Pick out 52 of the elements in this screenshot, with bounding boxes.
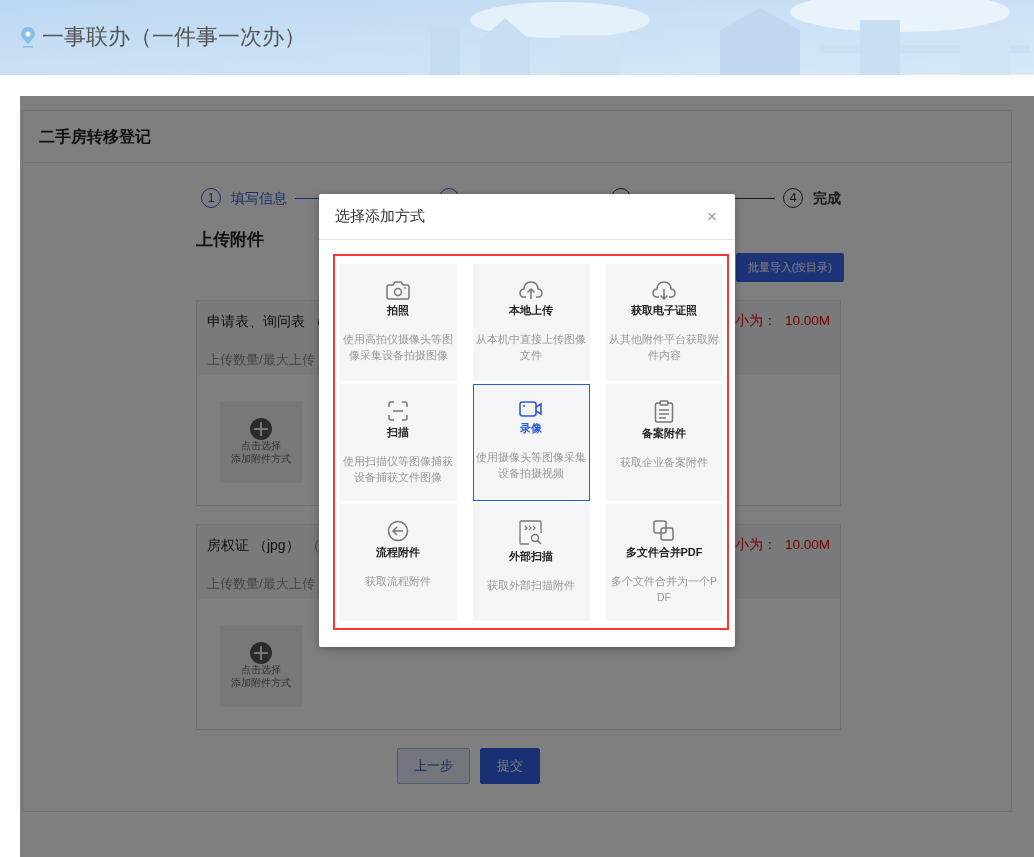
- size-value: 10.00M: [784, 311, 830, 330]
- option-card[interactable]: 获取电子证照 从其他附件平台获取附件内容: [605, 264, 723, 381]
- document-search-icon: [519, 520, 543, 546]
- add-label: 添加附件方式: [231, 676, 291, 689]
- section-title: 上传附件: [196, 229, 264, 251]
- page-title: 一事联办（一件事一次办）: [42, 23, 306, 51]
- option-title: 拍照: [387, 303, 409, 318]
- camera-icon: [386, 280, 410, 300]
- attachment-note: （: [305, 535, 320, 555]
- option-description: 从其他附件平台获取附件内容: [608, 331, 720, 364]
- option-description: 从本机中直接上传图像文件: [475, 331, 587, 364]
- option-description: 使用摄像头等图像采集设备拍摄视频: [475, 449, 587, 482]
- size-label: 小为：: [734, 535, 777, 554]
- option-card[interactable]: 流程附件 获取流程附件: [339, 504, 457, 621]
- cloud-upload-icon: [519, 280, 543, 300]
- option-description: 获取外部扫描附件: [487, 577, 575, 593]
- option-title: 获取电子证照: [631, 303, 697, 318]
- scan-icon: [387, 400, 409, 422]
- clipboard-icon: [654, 400, 674, 423]
- add-label: 添加附件方式: [231, 452, 291, 465]
- option-card[interactable]: 录像 使用摄像头等图像采集设备拍摄视频: [472, 384, 590, 501]
- option-card[interactable]: 外部扫描 获取外部扫描附件: [472, 504, 590, 621]
- option-title: 录像: [520, 421, 542, 436]
- size-value: 10.00M: [784, 535, 830, 554]
- video-camera-icon: [519, 400, 543, 418]
- plus-icon: [250, 642, 272, 664]
- option-description: 多个文件合并为一个PDF: [610, 573, 718, 606]
- option-card[interactable]: 拍照 使用高拍仪摄像头等图像采集设备拍摄图像: [339, 264, 457, 381]
- option-description: 获取流程附件: [365, 573, 431, 589]
- step-label: 填写信息: [231, 188, 287, 208]
- location-pin-icon: [20, 25, 36, 48]
- option-description: 使用扫描仪等图像捕获设备捕获文件图像: [342, 453, 454, 486]
- option-card[interactable]: 本地上传 从本机中直接上传图像文件: [472, 264, 590, 381]
- option-title: 多文件合并PDF: [625, 545, 703, 560]
- option-title: 外部扫描: [509, 549, 553, 564]
- cloud-download-icon: [652, 280, 676, 300]
- modal-title: 选择添加方式: [335, 206, 425, 227]
- option-description: 使用高拍仪摄像头等图像采集设备拍摄图像: [342, 331, 454, 364]
- plus-icon: [250, 418, 272, 440]
- card-title: 二手房转移登记: [23, 111, 1011, 163]
- option-card[interactable]: 备案附件 获取企业备案附件: [605, 384, 723, 501]
- attachment-title: 房权证 （jpg）: [207, 535, 300, 555]
- size-label: 小为：: [734, 311, 777, 330]
- option-description: 获取企业备案附件: [620, 454, 708, 470]
- step-label: 完成: [813, 188, 841, 208]
- option-card[interactable]: 多文件合并PDF 多个文件合并为一个PDF: [605, 504, 723, 621]
- overlapping-squares-icon: [653, 520, 675, 542]
- option-title: 流程附件: [376, 545, 420, 560]
- option-card[interactable]: 扫描 使用扫描仪等图像捕获设备捕获文件图像: [339, 384, 457, 501]
- option-title: 本地上传: [509, 303, 553, 318]
- option-title: 扫描: [387, 425, 409, 440]
- option-title: 备案附件: [642, 426, 686, 441]
